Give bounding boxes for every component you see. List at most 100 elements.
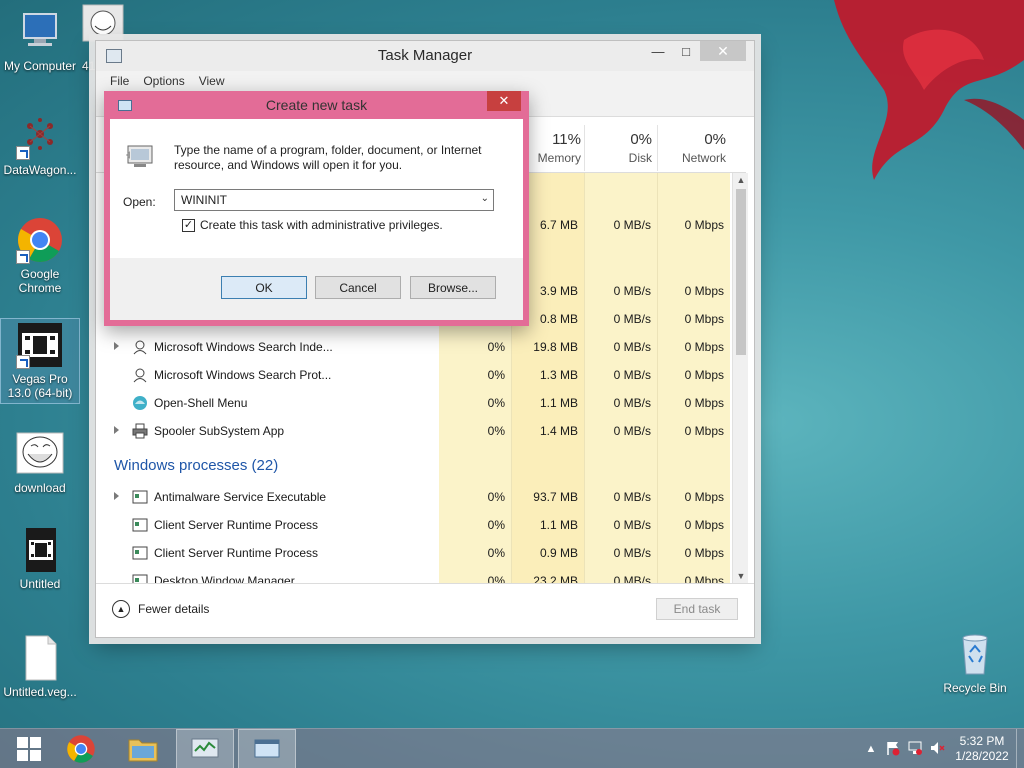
desktop-icon-label: My Computer — [3, 59, 77, 73]
desktop-icon-untitled-veg[interactable]: Untitled.veg... — [0, 634, 80, 699]
taskbar-chrome[interactable] — [52, 729, 110, 768]
close-button[interactable]: ✕ — [700, 41, 746, 61]
desktop-icon-my-computer[interactable]: My Computer — [0, 8, 80, 73]
table-row[interactable]: Desktop Window Manager 0% 23.2 MB 0 MB/s… — [96, 567, 732, 583]
process-name: Client Server Runtime Process — [154, 518, 319, 532]
scrollbar-thumb[interactable] — [736, 189, 746, 355]
volume-muted-icon[interactable] — [926, 740, 948, 759]
taskbar-file-explorer[interactable] — [114, 729, 172, 768]
network-value: 0 Mbps — [684, 396, 724, 410]
desktop-icon-google-chrome[interactable]: Google Chrome — [0, 216, 80, 295]
printer-icon — [132, 423, 148, 439]
desktop-icon-label: download — [14, 481, 66, 495]
process-name: Antimalware Service Executable — [154, 490, 327, 504]
network-icon[interactable] — [904, 740, 926, 759]
cancel-button[interactable]: Cancel — [315, 276, 401, 299]
dialog-close-button[interactable]: ✕ — [487, 91, 521, 111]
admin-privileges-checkbox[interactable]: ✓ Create this task with administrative p… — [182, 218, 443, 232]
shortcut-arrow-icon — [16, 355, 30, 369]
desktop-icon-label: Recycle Bin — [943, 681, 1007, 695]
disk-value: 0 MB/s — [613, 518, 651, 532]
network-value: 0 Mbps — [684, 518, 724, 532]
ok-button[interactable]: OK — [221, 276, 307, 299]
menu-view[interactable]: View — [199, 74, 225, 88]
action-center-flag-icon[interactable] — [882, 740, 904, 759]
desktop-icon-datawagon[interactable]: DataWagon... — [0, 112, 80, 177]
table-row[interactable]: Client Server Runtime Process 0% 0.9 MB … — [96, 539, 732, 567]
table-row[interactable]: Spooler SubSystem App 0% 1.4 MB 0 MB/s 0… — [96, 417, 732, 445]
task-manager-footer: ▲ Fewer details End task — [96, 583, 754, 637]
dialog-title: Create new task — [265, 97, 368, 113]
column-header-disk[interactable]: 0% Disk — [586, 131, 652, 165]
menu-options[interactable]: Options — [143, 74, 184, 88]
recycle-bin-icon — [951, 630, 999, 678]
datawagon-icon — [16, 112, 64, 160]
scroll-down-icon[interactable]: ▼ — [733, 569, 749, 583]
open-combobox[interactable]: WININIT ⌄ — [174, 189, 494, 211]
group-title-windows-processes: Windows processes (22) — [114, 457, 279, 474]
taskbar-task-manager[interactable] — [176, 729, 234, 768]
windows-logo-icon — [17, 737, 41, 761]
chevron-down-icon[interactable]: ⌄ — [481, 193, 489, 204]
desktop-icon-download[interactable]: download — [0, 430, 80, 495]
vegas-pro-icon — [16, 321, 64, 369]
shortcut-arrow-icon — [16, 146, 30, 160]
desktop-icon-untitled[interactable]: Untitled — [0, 526, 80, 591]
memory-value: 1.3 MB — [539, 368, 578, 382]
process-name: Open-Shell Menu — [154, 396, 248, 410]
create-new-task-dialog[interactable]: Create new task ✕ Type the name of a pro… — [104, 91, 529, 326]
desktop-icon-label: 41 — [82, 59, 96, 73]
memory-value: 1.1 MB — [539, 518, 578, 532]
dialog-titlebar[interactable]: Create new task ✕ — [110, 91, 523, 119]
browse-button[interactable]: Browse... — [410, 276, 496, 299]
disk-value: 0 MB/s — [613, 396, 651, 410]
fewer-details-label: Fewer details — [138, 602, 210, 616]
desktop-icon-label: DataWagon... — [3, 163, 77, 177]
expand-arrow-icon[interactable] — [114, 426, 119, 434]
show-desktop-button[interactable] — [1016, 729, 1024, 768]
disk-value: 0 MB/s — [613, 490, 651, 504]
desktop-icon-label: Google Chrome — [18, 267, 62, 295]
search-indexer-icon — [132, 339, 148, 355]
menu-file[interactable]: File — [110, 74, 129, 88]
system-tray: ▲ 5:32 PM 1/28/2022 — [860, 729, 1024, 768]
network-value: 0 Mbps — [684, 284, 724, 298]
network-value: 0 Mbps — [684, 546, 724, 560]
table-row[interactable]: Client Server Runtime Process 0% 1.1 MB … — [96, 511, 732, 539]
desktop-icon-vegas-pro[interactable]: Vegas Pro 13.0 (64-bit) — [0, 318, 80, 404]
table-row[interactable]: Microsoft Windows Search Prot... 0% 1.3 … — [96, 361, 732, 389]
vertical-scrollbar[interactable]: ▲ ▼ — [732, 173, 748, 583]
desktop-icon-label: Untitled — [19, 577, 61, 591]
table-row[interactable]: Open-Shell Menu 0% 1.1 MB 0 MB/s 0 Mbps — [96, 389, 732, 417]
process-name: Microsoft Windows Search Inde... — [154, 340, 333, 354]
troll-face-icon — [16, 430, 64, 478]
column-header-network[interactable]: 0% Network — [658, 131, 726, 165]
desktop-icon-label: Vegas Pro 13.0 (64-bit) — [7, 372, 73, 400]
fewer-details-button[interactable]: ▲ Fewer details — [112, 600, 209, 618]
taskbar-run-dialog[interactable] — [238, 729, 296, 768]
scroll-up-icon[interactable]: ▲ — [733, 173, 749, 187]
disk-value: 0 MB/s — [613, 574, 651, 583]
network-label: Network — [681, 151, 726, 165]
minimize-button[interactable]: — — [644, 41, 672, 61]
end-task-button[interactable]: End task — [656, 598, 738, 620]
expand-arrow-icon[interactable] — [114, 342, 119, 350]
process-name: Client Server Runtime Process — [154, 546, 319, 560]
table-row[interactable]: Microsoft Windows Search Inde... 0% 19.8… — [96, 333, 732, 361]
computer-icon — [16, 8, 64, 56]
checkbox-checked-icon[interactable]: ✓ — [182, 218, 195, 232]
task-manager-icon — [191, 738, 219, 758]
expand-arrow-icon[interactable] — [114, 492, 119, 500]
memory-value: 0.9 MB — [539, 546, 578, 560]
maximize-button[interactable]: □ — [672, 41, 700, 61]
open-combobox-value: WININIT — [181, 193, 227, 207]
table-row[interactable]: Antimalware Service Executable 0% 93.7 M… — [96, 483, 732, 511]
taskbar-clock[interactable]: 5:32 PM 1/28/2022 — [948, 734, 1016, 764]
desktop-icon-label: Untitled.veg... — [3, 685, 77, 699]
disk-value: 0 MB/s — [613, 368, 651, 382]
start-button[interactable] — [0, 729, 58, 768]
desktop-icon-recycle-bin[interactable]: Recycle Bin — [935, 630, 1015, 695]
show-hidden-icons-icon[interactable]: ▲ — [860, 743, 882, 755]
task-manager-titlebar[interactable]: Task Manager — □ ✕ — [96, 41, 754, 71]
network-value: 0 Mbps — [684, 574, 724, 583]
